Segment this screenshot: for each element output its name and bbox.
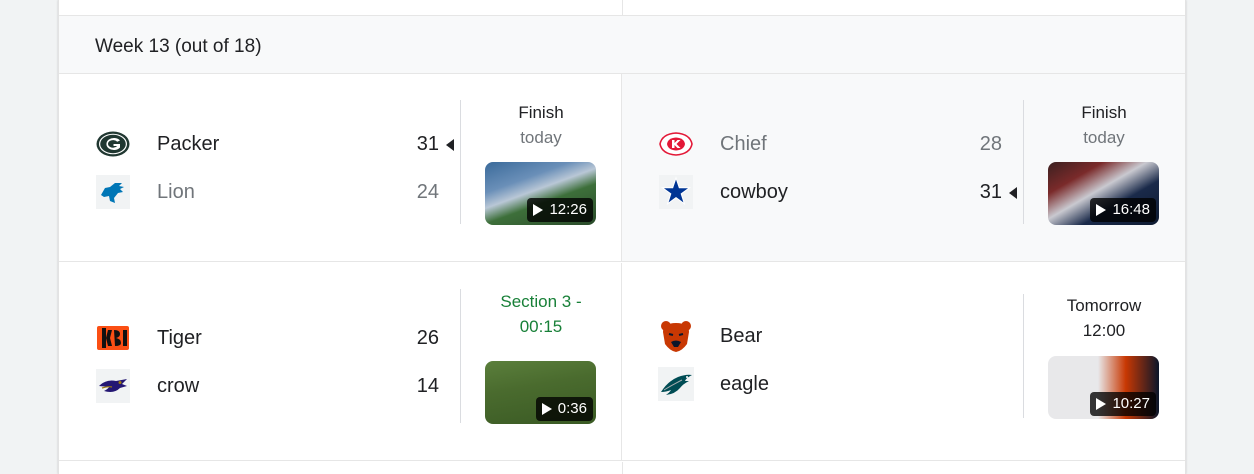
team-name: Packer <box>157 133 220 155</box>
play-icon <box>1096 398 1107 410</box>
video-duration: 12:26 <box>527 198 593 222</box>
team-score: 24 <box>416 181 439 203</box>
duration-text: 0:36 <box>557 400 587 417</box>
cowboys-logo-icon <box>658 174 694 210</box>
status-line: Finish <box>518 103 564 122</box>
team-row-home: Packer 31 <box>95 126 455 162</box>
team-name: Tiger <box>157 327 202 349</box>
status-line: Finish <box>1081 103 1127 122</box>
team-name: eagle <box>720 373 769 395</box>
duration-text: 12:26 <box>549 201 587 218</box>
status-line: Section 3 - <box>500 292 582 311</box>
week-title: Week 13 (out of 18) <box>95 36 262 57</box>
highlight-video-thumbnail[interactable]: 10:27 <box>1048 356 1159 419</box>
team-row-away: eagle <box>658 366 1018 402</box>
team-name: crow <box>157 375 200 397</box>
highlight-video-thumbnail[interactable]: 12:26 <box>485 162 596 225</box>
team-score: 28 <box>979 133 1002 155</box>
game-card-bears-eagles[interactable]: Bear eagle Tomorrow 12:00 10:27 <box>622 263 1185 461</box>
scores-card: Week 13 (out of 18) Packer 31 Lion 24 Fi… <box>58 0 1186 474</box>
status-line: Tomorrow <box>1066 296 1142 315</box>
status-subline: 00:15 <box>519 317 563 336</box>
duration-text: 16:48 <box>1112 201 1150 218</box>
team-row-away: cowboy 31 <box>658 174 1018 210</box>
bengals-logo-icon <box>95 320 131 356</box>
game-card-bengals-ravens[interactable]: Tiger 26 crow 14 Section 3 - 00:15 0:36 <box>59 263 622 461</box>
team-name: Bear <box>720 325 763 347</box>
status-subline: 12:00 <box>1082 321 1126 340</box>
previous-section-edge <box>59 0 1185 16</box>
team-name: cowboy <box>720 181 788 203</box>
game-status: Finish today <box>1025 100 1183 150</box>
team-row-away: crow 14 <box>95 368 455 404</box>
game-card-chiefs-cowboys[interactable]: Chief 28 cowboy 31 Finish today 16:48 <box>622 74 1185 262</box>
game-card-packers-lions[interactable]: Packer 31 Lion 24 Finish today 12:26 <box>59 74 622 262</box>
chiefs-logo-icon <box>658 126 694 162</box>
column-divider <box>1023 100 1024 224</box>
play-icon <box>541 403 552 415</box>
packers-logo-icon <box>95 126 131 162</box>
ravens-logo-icon <box>95 368 131 404</box>
team-name: Lion <box>157 181 195 203</box>
team-row-home: Bear <box>658 318 1018 354</box>
video-duration: 10:27 <box>1090 392 1156 416</box>
team-name: Chief <box>720 133 767 155</box>
video-duration: 0:36 <box>535 397 593 421</box>
highlight-video-thumbnail[interactable]: 16:48 <box>1048 162 1159 225</box>
game-status: Finish today <box>462 100 620 150</box>
team-row-home: Chief 28 <box>658 126 1018 162</box>
column-divider <box>460 289 461 423</box>
team-score: 31 <box>979 181 1002 203</box>
winner-indicator-icon <box>446 139 454 151</box>
play-icon <box>533 204 544 216</box>
game-status-live: Section 3 - 00:15 <box>462 289 620 339</box>
video-duration: 16:48 <box>1090 198 1156 222</box>
lions-logo-icon <box>95 174 131 210</box>
team-row-away: Lion 24 <box>95 174 455 210</box>
team-score: 26 <box>416 327 439 349</box>
bears-logo-icon <box>658 318 694 354</box>
status-subline: today <box>1083 128 1125 147</box>
column-divider <box>1023 294 1024 418</box>
game-status: Tomorrow 12:00 <box>1025 293 1183 343</box>
status-subline: today <box>520 128 562 147</box>
play-icon <box>1096 204 1107 216</box>
duration-text: 10:27 <box>1112 395 1150 412</box>
team-row-home: Tiger 26 <box>95 320 455 356</box>
column-divider <box>460 100 461 224</box>
week-header: Week 13 (out of 18) <box>59 16 1185 74</box>
winner-indicator-icon <box>1009 187 1017 199</box>
eagles-logo-icon <box>658 366 694 402</box>
team-score: 14 <box>416 375 439 397</box>
team-score: 31 <box>416 133 439 155</box>
highlight-video-thumbnail[interactable]: 0:36 <box>485 361 596 424</box>
